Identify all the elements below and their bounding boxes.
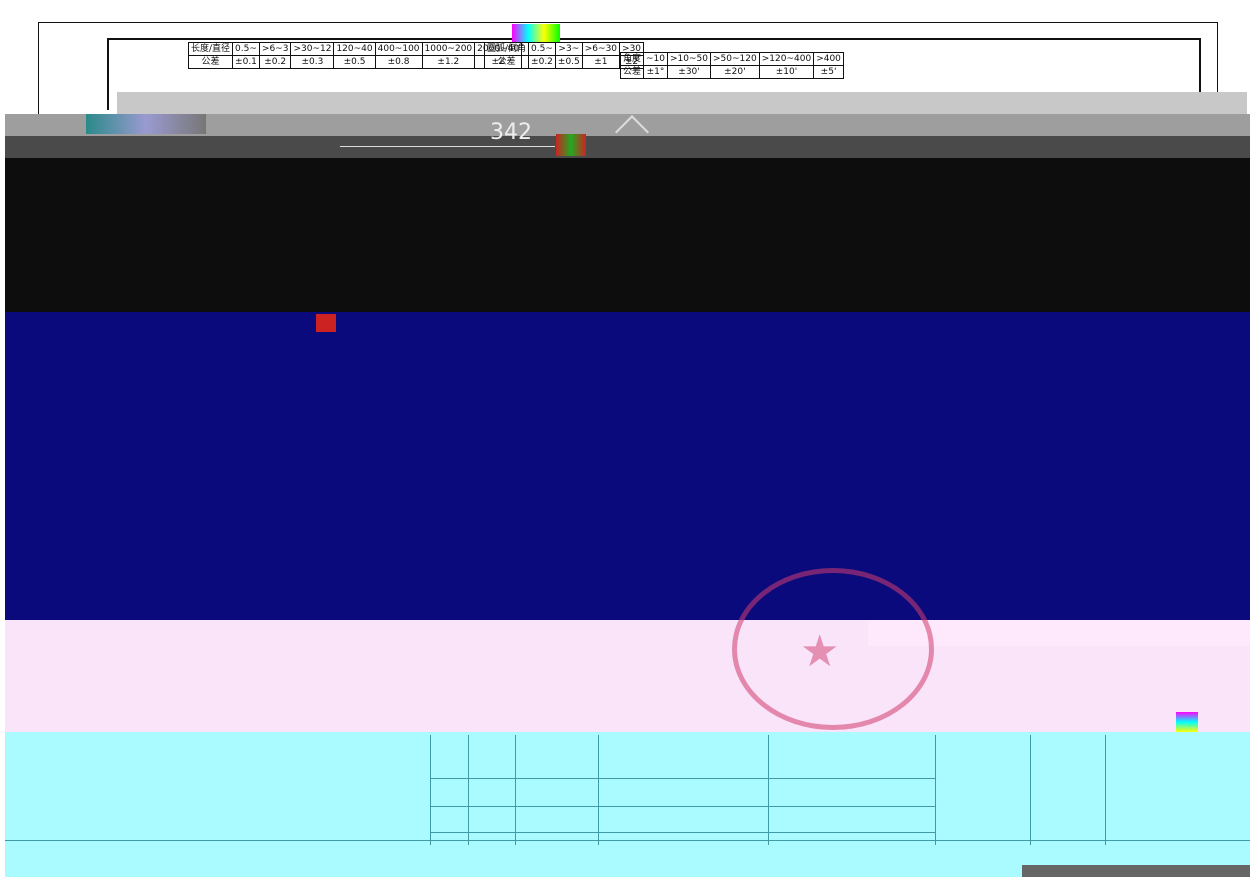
render-artifact-band: [1022, 865, 1250, 877]
render-artifact-band: [5, 312, 1250, 642]
table-cell: ±1: [581, 55, 621, 69]
table-cell: ±1°: [643, 65, 669, 79]
title-block-line: [935, 735, 936, 845]
title-block-line: [768, 735, 769, 845]
render-artifact: [1176, 712, 1198, 732]
render-artifact-band: [5, 732, 1250, 877]
title-block-line: [1105, 735, 1106, 845]
render-artifact-band: [5, 158, 1250, 334]
table-header-cell: 角度: [619, 52, 645, 66]
table-cell: >120~400: [758, 52, 815, 66]
table-cell: >30~12: [290, 42, 335, 56]
title-block-line: [515, 735, 516, 845]
table-cell: ±0.2: [528, 55, 556, 69]
table-cell: 120~40: [333, 42, 376, 56]
table-cell: >3~: [554, 42, 583, 56]
table-cell: ±5': [813, 65, 844, 79]
render-artifact: [556, 134, 586, 156]
table-cell: 1000~200: [421, 42, 476, 56]
table-header-cell: 公差: [187, 55, 234, 69]
table-cell: ±0.3: [290, 55, 335, 69]
table-header-cell: 圆弧/倒角: [483, 42, 530, 56]
table-header-cell: 长度/直径: [187, 42, 234, 56]
title-block-line: [430, 778, 935, 779]
title-block-line: [430, 832, 935, 833]
table-cell: ±0.5: [554, 55, 583, 69]
table-cell: ±0.1: [232, 55, 260, 69]
table-cell: ±0.5: [333, 55, 376, 69]
table-cell: >6~3: [258, 42, 292, 56]
render-artifact: [512, 24, 560, 42]
title-block-line: [430, 806, 935, 807]
table-header-cell: 公差: [483, 55, 530, 69]
table-cell: ±0.8: [374, 55, 423, 69]
table-cell: >400: [813, 52, 844, 66]
dimension-label: 342: [490, 120, 532, 145]
table-row: 公差 ±1° ±30' ±20' ±10' ±5': [619, 65, 844, 79]
table-cell: ±0.2: [258, 55, 292, 69]
table-row: 长度/直径 0.5~ >6~3 >30~12 120~40 400~100 10…: [187, 42, 523, 56]
table-cell: 0.5~: [232, 42, 260, 56]
table-cell: >6~30: [581, 42, 621, 56]
angle-tolerance-table: 角度 ~10 >10~50 >50~120 >120~400 >400 公差 ±…: [619, 52, 844, 79]
table-cell: ±20': [710, 65, 760, 79]
title-block-line: [5, 840, 1250, 841]
title-block-line: [468, 735, 469, 845]
table-cell: >10~50: [667, 52, 712, 66]
table-cell: ±10': [758, 65, 815, 79]
render-artifact: [316, 314, 336, 332]
table-cell: >50~120: [710, 52, 760, 66]
table-row: 公差 ±0.1 ±0.2 ±0.3 ±0.5 ±0.8 ±1.2 ±2: [187, 55, 523, 69]
title-block-line: [1030, 735, 1031, 845]
table-cell: ±30': [667, 65, 712, 79]
seal-star-icon: ★: [800, 626, 840, 677]
table-row: 角度 ~10 >10~50 >50~120 >120~400 >400: [619, 52, 844, 66]
table-cell: ±1.2: [421, 55, 476, 69]
table-cell: 400~100: [374, 42, 423, 56]
title-block-line: [598, 735, 599, 845]
length-tolerance-table: 长度/直径 0.5~ >6~3 >30~12 120~40 400~100 10…: [187, 42, 523, 69]
dimension-line: [340, 146, 555, 147]
render-artifact: [86, 114, 206, 134]
title-block-line: [430, 735, 431, 845]
table-header-cell: 公差: [619, 65, 645, 79]
render-artifact-band: [117, 92, 1247, 116]
table-cell: 0.5~: [528, 42, 556, 56]
table-cell: ~10: [643, 52, 669, 66]
